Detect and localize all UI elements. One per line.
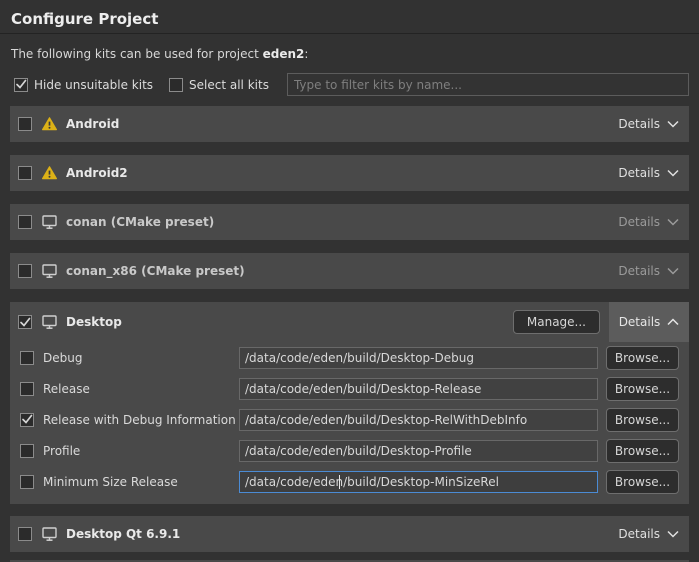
checkmark-icon <box>21 413 33 426</box>
details-button: Details <box>618 215 679 229</box>
select-all-kits-checkbox[interactable] <box>169 78 183 92</box>
details-label: Details <box>618 264 660 278</box>
details-label: Details <box>618 166 660 180</box>
hide-unsuitable-label[interactable]: Hide unsuitable kits <box>34 78 153 92</box>
build-path-input[interactable] <box>239 440 598 462</box>
kit-list: Android Details Android2 Details c <box>10 106 689 552</box>
details-button[interactable]: Details <box>609 302 689 342</box>
kit-checkbox[interactable] <box>18 117 32 131</box>
kits-subtitle: The following kits can be used for proje… <box>10 47 689 61</box>
path-field-wrap <box>239 378 598 400</box>
monitor-icon <box>42 264 57 278</box>
details-label: Details <box>618 215 660 229</box>
details-button[interactable]: Details <box>618 117 679 131</box>
kit-checkbox[interactable] <box>18 215 32 229</box>
path-field-wrap <box>239 409 598 431</box>
config-checkbox[interactable] <box>20 413 34 427</box>
path-field-wrap <box>239 347 598 369</box>
path-field-wrap <box>239 471 598 493</box>
chevron-up-icon <box>667 318 679 326</box>
kit-checkbox[interactable] <box>18 527 32 541</box>
kit-checkbox[interactable] <box>18 315 32 329</box>
build-path-input[interactable] <box>239 409 598 431</box>
browse-button[interactable]: Browse... <box>606 470 679 494</box>
kit-panel-desktop: Desktop Manage... Details Debug Browse..… <box>10 302 689 504</box>
select-all-kits-label[interactable]: Select all kits <box>189 78 269 92</box>
filter-row: Hide unsuitable kits Select all kits <box>10 73 689 96</box>
chevron-down-icon <box>667 530 679 538</box>
browse-button[interactable]: Browse... <box>606 439 679 463</box>
config-checkbox[interactable] <box>20 382 34 396</box>
subtitle-colon: : <box>304 47 308 61</box>
build-path-input[interactable] <box>239 347 598 369</box>
config-label: Release <box>43 382 239 396</box>
path-field-wrap <box>239 440 598 462</box>
kit-row-android2: Android2 Details <box>10 155 689 191</box>
checkmark-icon <box>15 78 27 91</box>
kit-name: conan_x86 (CMake preset) <box>66 264 245 278</box>
kit-row-conan-x86: conan_x86 (CMake preset) Details <box>10 253 689 289</box>
monitor-icon <box>42 315 57 329</box>
config-label: Debug <box>43 351 239 365</box>
browse-button[interactable]: Browse... <box>606 377 679 401</box>
page-title: Configure Project <box>10 0 689 33</box>
chevron-down-icon <box>667 169 679 177</box>
config-label: Minimum Size Release <box>43 475 239 489</box>
config-row-relwithdebinfo: Release with Debug Information Browse... <box>10 404 689 435</box>
browse-button[interactable]: Browse... <box>606 408 679 432</box>
kit-checkbox[interactable] <box>18 264 32 278</box>
build-path-input[interactable] <box>239 471 598 493</box>
config-label: Release with Debug Information <box>43 413 239 427</box>
text-caret <box>339 475 340 489</box>
kit-name: Desktop Qt 6.9.1 <box>66 527 180 541</box>
project-name: eden2 <box>263 47 305 61</box>
warning-icon <box>42 166 57 180</box>
config-row-debug: Debug Browse... <box>10 342 689 373</box>
kit-filter-input[interactable] <box>287 73 689 96</box>
monitor-icon <box>42 215 57 229</box>
config-label: Profile <box>43 444 239 458</box>
kit-name: conan (CMake preset) <box>66 215 214 229</box>
kit-row-conan: conan (CMake preset) Details <box>10 204 689 240</box>
title-separator <box>0 33 699 34</box>
config-row-release: Release Browse... <box>10 373 689 404</box>
hide-unsuitable-checkbox[interactable] <box>14 78 28 92</box>
details-button: Details <box>618 264 679 278</box>
kit-name: Android2 <box>66 166 128 180</box>
build-path-input[interactable] <box>239 378 598 400</box>
chevron-down-icon <box>667 218 679 226</box>
kit-name: Android <box>66 117 119 131</box>
chevron-down-icon <box>667 120 679 128</box>
config-checkbox[interactable] <box>20 351 34 365</box>
kit-row-desktop-qt-691: Desktop Qt 6.9.1 Details <box>10 516 689 552</box>
kit-checkbox[interactable] <box>18 166 32 180</box>
config-row-profile: Profile Browse... <box>10 435 689 466</box>
kit-row-desktop: Desktop Manage... Details <box>10 302 689 342</box>
chevron-down-icon <box>667 267 679 275</box>
config-row-minsizerel: Minimum Size Release Browse... <box>10 466 689 497</box>
details-label: Details <box>618 527 660 541</box>
manage-button[interactable]: Manage... <box>513 310 600 334</box>
config-checkbox[interactable] <box>20 475 34 489</box>
subtitle-text: The following kits can be used for proje… <box>11 47 263 61</box>
details-label: Details <box>619 315 661 329</box>
browse-button[interactable]: Browse... <box>606 346 679 370</box>
checkmark-icon <box>19 316 31 329</box>
config-checkbox[interactable] <box>20 444 34 458</box>
details-label: Details <box>618 117 660 131</box>
configure-project-page: Configure Project The following kits can… <box>0 0 699 552</box>
kit-name: Desktop <box>66 315 122 329</box>
kit-row-android: Android Details <box>10 106 689 142</box>
details-button[interactable]: Details <box>618 527 679 541</box>
monitor-icon <box>42 527 57 541</box>
warning-icon <box>42 117 57 131</box>
details-button[interactable]: Details <box>618 166 679 180</box>
